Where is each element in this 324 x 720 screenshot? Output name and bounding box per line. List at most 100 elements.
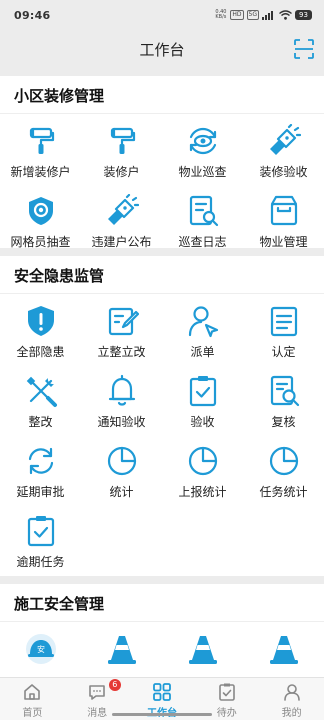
list-doc-icon	[270, 306, 297, 337]
section-safety: 安全隐患监管 全部隐患 立整立改 派单 认定整改 通知验收 验收 复核延期审批 统计 上报统计 任…	[0, 256, 324, 576]
tab-label: 消息	[87, 708, 108, 719]
feature-item[interactable]: 物业管理	[243, 188, 324, 258]
tab-label: 首页	[22, 708, 43, 719]
status-time: 09:46	[14, 8, 51, 22]
clipboard-check-icon	[189, 376, 216, 407]
feature-item[interactable]: 网格员抽查	[0, 188, 81, 258]
traffic-cone-icon	[188, 636, 217, 664]
feature-label: 全部隐患	[16, 345, 65, 359]
feature-item[interactable]: 违建户公布	[81, 188, 162, 258]
tab-label: 待办	[216, 708, 237, 719]
feature-label: 任务统计	[259, 485, 308, 499]
feature-item[interactable]: 认定	[243, 298, 324, 368]
tab-user[interactable]: 我的	[259, 678, 324, 720]
feature-label: 巡查日志	[178, 235, 227, 249]
bell-icon	[108, 374, 135, 406]
feature-label: 上报统计	[178, 485, 227, 499]
feature-item[interactable]: 派单	[162, 298, 243, 368]
section-title: 安全隐患监管	[14, 267, 105, 285]
divider	[0, 113, 324, 114]
doc-search-icon	[270, 375, 299, 407]
feature-item[interactable]: 新增装修户	[0, 118, 81, 188]
target-shield-icon	[28, 197, 53, 225]
app-header: 工作台	[0, 30, 324, 68]
feature-item[interactable]: 统计	[81, 438, 162, 508]
todo-icon	[218, 683, 235, 701]
flashlight-icon	[107, 194, 139, 225]
unread-badge: 6	[108, 679, 121, 691]
feature-item[interactable]: 装修户	[81, 118, 162, 188]
signal-label: 5G	[246, 10, 259, 20]
feature-item[interactable]: 通知验收	[81, 368, 162, 438]
signal-icon	[262, 11, 273, 20]
feature-item[interactable]: 巡查日志	[162, 188, 243, 258]
feature-label: 物业管理	[259, 235, 308, 249]
feature-label: 通知验收	[97, 415, 146, 429]
grid-icon	[153, 683, 171, 701]
feature-label: 物业巡查	[178, 165, 227, 179]
feature-item[interactable]	[81, 626, 162, 677]
feature-item[interactable]: 任务统计	[243, 438, 324, 508]
page-title: 工作台	[139, 40, 185, 59]
tab-home[interactable]: 首页	[0, 678, 65, 720]
feature-label: 网格员抽查	[10, 235, 71, 249]
feature-item[interactable]: 整改	[0, 368, 81, 438]
paint-roller-icon	[29, 127, 54, 154]
shield-alert-icon	[27, 306, 54, 336]
box-icon	[270, 195, 297, 226]
wifi-icon	[279, 10, 292, 20]
workbench-content[interactable]: 小区装修管理 新增装修户 装修户 物业巡查 装修验收网格员抽查 违建户公布 巡查日志 物业管…	[0, 68, 324, 677]
divider	[0, 621, 324, 622]
eye-refresh-icon	[189, 127, 216, 155]
feature-item[interactable]: 延期审批	[0, 438, 81, 508]
feature-item[interactable]: 物业巡查	[162, 118, 243, 188]
status-indicators: 0.40 KB/s HD 5G 93	[214, 10, 312, 20]
feature-label: 复核	[271, 415, 296, 429]
feature-label: 延期审批	[16, 485, 65, 499]
message-icon	[89, 685, 105, 700]
log-search-icon	[189, 195, 218, 227]
refresh-icon	[28, 447, 53, 475]
home-icon	[24, 684, 41, 700]
section-title: 小区装修管理	[14, 87, 105, 105]
svg-text:安: 安	[37, 644, 45, 654]
feature-label: 整改	[28, 415, 53, 429]
section-grid: 安	[0, 626, 324, 677]
user-icon	[283, 684, 300, 701]
feature-item[interactable]	[243, 626, 324, 677]
feature-label: 装修户	[103, 165, 140, 179]
home-indicator	[112, 713, 212, 716]
feature-item[interactable]: 复核	[243, 368, 324, 438]
section-grid: 全部隐患 立整立改 派单 认定整改 通知验收 验收 复核延期审批 统计 上报统计 任务统计逾期任务	[0, 298, 324, 578]
feature-item[interactable]: 立整立改	[81, 298, 162, 368]
feature-label: 派单	[190, 345, 215, 359]
pie-chart-icon	[188, 446, 217, 476]
feature-label: 认定	[271, 345, 296, 359]
divider	[0, 293, 324, 294]
section-title: 施工安全管理	[14, 595, 105, 613]
feature-item[interactable]	[162, 626, 243, 677]
feature-item[interactable]: 验收	[162, 368, 243, 438]
feature-item[interactable]: 安	[0, 626, 81, 677]
person-dispatch-icon	[188, 306, 218, 338]
feature-item[interactable]: 装修验收	[243, 118, 324, 188]
net-speed: 0.40 KB/s	[215, 9, 227, 20]
paint-roller-icon	[110, 127, 135, 154]
feature-item[interactable]: 逾期任务	[0, 508, 81, 578]
edit-doc-icon	[108, 307, 139, 336]
tools-icon	[26, 376, 57, 407]
pie-chart-icon	[107, 446, 136, 476]
traffic-cone-icon	[107, 636, 136, 664]
feature-item[interactable]: 上报统计	[162, 438, 243, 508]
helmet-icon: 安	[25, 634, 56, 664]
clipboard-check-icon	[27, 516, 54, 547]
feature-label: 统计	[109, 485, 134, 499]
feature-label: 立整立改	[97, 345, 146, 359]
scan-icon[interactable]	[294, 39, 314, 59]
tab-label: 工作台	[147, 704, 177, 719]
network-chip: HD	[230, 10, 244, 20]
feature-label: 验收	[190, 415, 215, 429]
traffic-cone-icon	[269, 636, 298, 664]
flashlight-icon	[269, 124, 301, 155]
feature-item[interactable]: 全部隐患	[0, 298, 81, 368]
